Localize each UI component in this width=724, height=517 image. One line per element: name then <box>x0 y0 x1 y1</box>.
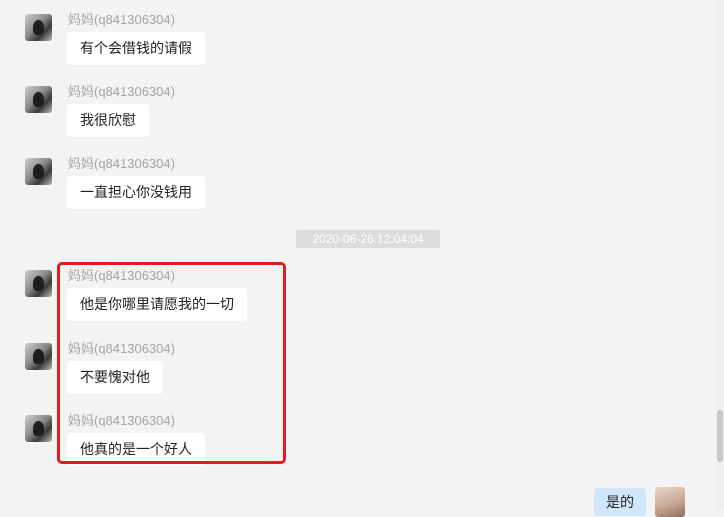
sender-name: 妈妈(q841306304) <box>68 12 175 27</box>
avatar[interactable] <box>25 158 52 185</box>
avatar[interactable] <box>25 270 52 297</box>
avatar[interactable] <box>25 86 52 113</box>
scrollbar-thumb[interactable] <box>717 410 723 462</box>
self-message-bubble[interactable]: 是的 <box>594 488 646 516</box>
sender-name: 妈妈(q841306304) <box>68 156 175 171</box>
message-bubble[interactable]: 一直担心你没钱用 <box>67 176 205 209</box>
chat-history: 妈妈(q841306304) 有个会借钱的请假 妈妈(q841306304) 我… <box>0 0 724 517</box>
message-bubble[interactable]: 我很欣慰 <box>67 104 149 137</box>
message-bubble[interactable]: 有个会借钱的请假 <box>67 32 205 65</box>
self-avatar[interactable] <box>655 487 685 517</box>
timestamp: 2020-06-26 12:04:04 <box>296 230 440 248</box>
avatar[interactable] <box>25 14 52 41</box>
avatar[interactable] <box>25 415 52 442</box>
red-highlight-box <box>57 262 286 464</box>
avatar[interactable] <box>25 343 52 370</box>
sender-name: 妈妈(q841306304) <box>68 84 175 99</box>
